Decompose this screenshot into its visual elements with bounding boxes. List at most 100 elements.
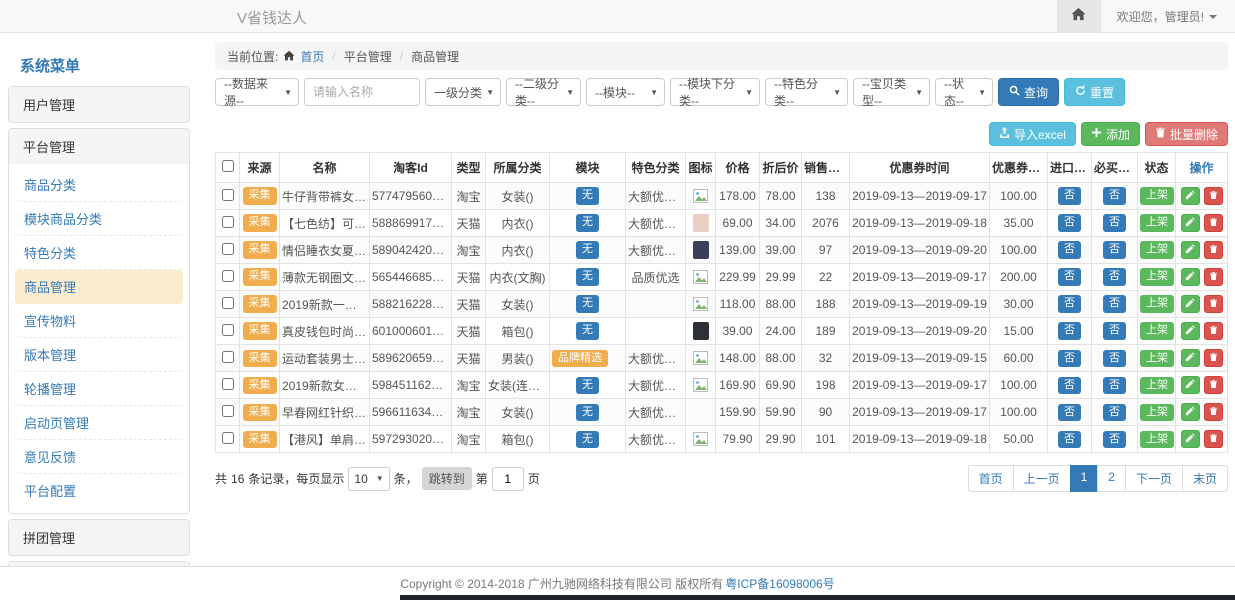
page-button-1[interactable]: 1 <box>1070 465 1099 492</box>
filter-select-2[interactable]: --二级分类--▼ <box>506 78 581 106</box>
edit-button[interactable] <box>1181 376 1200 394</box>
sidebar-group-拼团管理[interactable]: 拼团管理 <box>9 520 189 555</box>
per-page-select[interactable]: 10▼ <box>348 467 389 491</box>
sidebar-item-版本管理[interactable]: 版本管理 <box>15 338 183 372</box>
breadcrumb-home-link[interactable]: 首页 <box>300 48 324 65</box>
sidebar-item-特色分类[interactable]: 特色分类 <box>15 236 183 270</box>
import-select-badge[interactable]: 否 <box>1058 187 1081 204</box>
add-button[interactable]: 添加 <box>1081 122 1140 146</box>
filter-select-3[interactable]: --模块--▼ <box>586 78 665 106</box>
row-checkbox[interactable] <box>222 351 234 363</box>
home-button[interactable] <box>1057 0 1101 33</box>
import-select-badge[interactable]: 否 <box>1058 214 1081 231</box>
must-buy-badge[interactable]: 否 <box>1103 404 1126 421</box>
must-buy-badge[interactable]: 否 <box>1103 431 1126 448</box>
row-checkbox[interactable] <box>222 378 234 390</box>
must-buy-badge[interactable]: 否 <box>1103 214 1126 231</box>
page-button-末页[interactable]: 末页 <box>1182 465 1228 492</box>
row-checkbox[interactable] <box>222 243 234 255</box>
sidebar-item-启动页管理[interactable]: 启动页管理 <box>15 406 183 440</box>
sidebar-item-意见反馈[interactable]: 意见反馈 <box>15 440 183 474</box>
sidebar-item-宣传物料[interactable]: 宣传物料 <box>15 304 183 338</box>
delete-button[interactable] <box>1204 430 1223 448</box>
row-checkbox[interactable] <box>222 405 234 417</box>
reset-button[interactable]: 重置 <box>1064 78 1125 106</box>
row-checkbox[interactable] <box>222 270 234 282</box>
sidebar-group-用户管理[interactable]: 用户管理 <box>9 87 189 122</box>
delete-button[interactable] <box>1204 268 1223 286</box>
icp-link[interactable]: 粤ICP备16098006号 <box>725 575 834 592</box>
page-button-下一页[interactable]: 下一页 <box>1125 465 1183 492</box>
status-badge[interactable]: 上架 <box>1140 187 1174 204</box>
edit-button[interactable] <box>1181 295 1200 313</box>
must-buy-badge[interactable]: 否 <box>1103 241 1126 258</box>
row-checkbox[interactable] <box>222 216 234 228</box>
sidebar-item-轮播管理[interactable]: 轮播管理 <box>15 372 183 406</box>
status-badge[interactable]: 上架 <box>1140 268 1174 285</box>
page-button-上一页[interactable]: 上一页 <box>1013 465 1071 492</box>
delete-button[interactable] <box>1204 349 1223 367</box>
import-select-badge[interactable]: 否 <box>1058 350 1081 367</box>
batch-delete-button[interactable]: 批量删除 <box>1145 122 1228 146</box>
sidebar-item-模块商品分类[interactable]: 模块商品分类 <box>15 202 183 236</box>
delete-button[interactable] <box>1204 241 1223 259</box>
must-buy-badge[interactable]: 否 <box>1103 295 1126 312</box>
status-badge[interactable]: 上架 <box>1140 377 1174 394</box>
page-button-首页[interactable]: 首页 <box>968 465 1014 492</box>
status-badge[interactable]: 上架 <box>1140 431 1174 448</box>
delete-button[interactable] <box>1204 295 1223 313</box>
delete-button[interactable] <box>1204 214 1223 232</box>
sidebar-group-平台管理[interactable]: 平台管理 <box>9 129 189 164</box>
filter-select-6[interactable]: --宝贝类型--▼ <box>853 78 930 106</box>
status-badge[interactable]: 上架 <box>1140 350 1174 367</box>
name-search-input[interactable] <box>304 78 420 106</box>
edit-button[interactable] <box>1181 322 1200 340</box>
import-select-badge[interactable]: 否 <box>1058 268 1081 285</box>
select-all-checkbox[interactable] <box>222 160 234 172</box>
jump-page-input[interactable] <box>492 467 524 491</box>
status-badge[interactable]: 上架 <box>1140 214 1174 231</box>
delete-button[interactable] <box>1204 187 1223 205</box>
import-select-badge[interactable]: 否 <box>1058 377 1081 394</box>
row-checkbox[interactable] <box>222 432 234 444</box>
filter-select-7[interactable]: --状态--▼ <box>935 78 993 106</box>
must-buy-badge[interactable]: 否 <box>1103 350 1126 367</box>
import-select-badge[interactable]: 否 <box>1058 241 1081 258</box>
edit-button[interactable] <box>1181 403 1200 421</box>
filter-select-4[interactable]: --模块下分类--▼ <box>670 78 760 106</box>
filter-select-0[interactable]: --数据来源--▼ <box>215 78 299 106</box>
status-badge[interactable]: 上架 <box>1140 295 1174 312</box>
import-select-badge[interactable]: 否 <box>1058 295 1081 312</box>
row-checkbox[interactable] <box>222 324 234 336</box>
must-buy-badge[interactable]: 否 <box>1103 377 1126 394</box>
delete-button[interactable] <box>1204 322 1223 340</box>
edit-button[interactable] <box>1181 268 1200 286</box>
edit-button[interactable] <box>1181 349 1200 367</box>
status-badge[interactable]: 上架 <box>1140 404 1174 421</box>
sidebar-item-商品管理[interactable]: 商品管理 <box>15 270 183 304</box>
import-select-badge[interactable]: 否 <box>1058 404 1081 421</box>
edit-button[interactable] <box>1181 214 1200 232</box>
edit-button[interactable] <box>1181 430 1200 448</box>
edit-button[interactable] <box>1181 187 1200 205</box>
jump-button[interactable]: 跳转到 <box>422 467 472 490</box>
filter-select-5[interactable]: --特色分类--▼ <box>765 78 848 106</box>
status-badge[interactable]: 上架 <box>1140 241 1174 258</box>
status-badge[interactable]: 上架 <box>1140 322 1174 339</box>
import-excel-button[interactable]: 导入excel <box>989 122 1076 146</box>
row-checkbox[interactable] <box>222 297 234 309</box>
search-button[interactable]: 查询 <box>998 78 1059 106</box>
row-checkbox[interactable] <box>222 189 234 201</box>
delete-button[interactable] <box>1204 403 1223 421</box>
must-buy-badge[interactable]: 否 <box>1103 322 1126 339</box>
sidebar-item-商品分类[interactable]: 商品分类 <box>15 168 183 202</box>
import-select-badge[interactable]: 否 <box>1058 322 1081 339</box>
must-buy-badge[interactable]: 否 <box>1103 268 1126 285</box>
filter-select-1[interactable]: 一级分类▼ <box>425 78 501 106</box>
user-menu[interactable]: 欢迎您，管理员! <box>1101 0 1235 33</box>
must-buy-badge[interactable]: 否 <box>1103 187 1126 204</box>
page-button-2[interactable]: 2 <box>1097 465 1126 492</box>
import-select-badge[interactable]: 否 <box>1058 431 1081 448</box>
edit-button[interactable] <box>1181 241 1200 259</box>
delete-button[interactable] <box>1204 376 1223 394</box>
